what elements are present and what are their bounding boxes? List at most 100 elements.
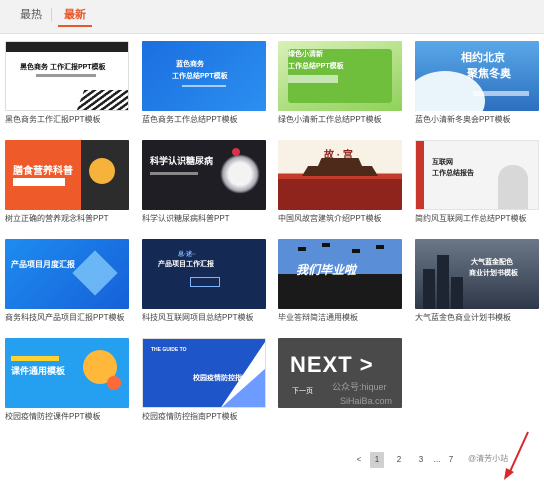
template-thumbnail[interactable]: 总·述·· 产品项目工作汇报: [142, 239, 266, 309]
template-title[interactable]: 树立正确的营养观念科普PPT: [5, 213, 135, 224]
thumb-decor: [376, 245, 384, 249]
thumb-decor: [182, 85, 226, 87]
tab-hottest[interactable]: 最热: [14, 3, 48, 27]
thumb-title: 黑色商务 工作汇报PPT模板: [20, 64, 106, 71]
thumb-decor: [11, 356, 59, 361]
pagination: < 1 2 3 ... 7: [0, 452, 544, 470]
thumb-subtitle: 商业计划书模板: [469, 270, 518, 277]
watermark-text: SiHaiBa.com: [340, 396, 393, 406]
template-thumbnail[interactable]: THE GUIDE TO 校园疫情防控指南: [142, 338, 266, 408]
template-title[interactable]: 绿色小清新工作总结PPT模板: [278, 114, 408, 125]
thumb-decor: [190, 277, 220, 287]
thumb-decor: [416, 141, 424, 209]
template-card[interactable]: THE GUIDE TO 校园疫情防控指南 校园疫情防控指南PPT模板: [142, 338, 266, 421]
template-title[interactable]: 中国风故宫建筑介绍PPT模板: [278, 213, 408, 224]
template-card[interactable]: 我们毕业啦 毕业答辩简洁通用模板: [278, 239, 402, 322]
thumb-decor: [437, 255, 449, 309]
page-button-2[interactable]: 2: [392, 452, 406, 468]
template-card[interactable]: 互联网 工作总结报告 简约风互联网工作总结PPT模板: [415, 140, 539, 223]
template-title[interactable]: 校园疫情防控课件PPT模板: [5, 411, 135, 422]
template-thumbnail[interactable]: 大气蓝金配色 商业计划书模板: [415, 239, 539, 309]
template-thumbnail[interactable]: 黑色商务 工作汇报PPT模板: [5, 41, 129, 111]
template-card[interactable]: 总·述·· 产品项目工作汇报 科技风互联网项目总结PPT模板: [142, 239, 266, 322]
template-title[interactable]: 科学认识糖尿病科普PPT: [142, 213, 272, 224]
thumb-title: 课件通用模板: [11, 366, 66, 376]
template-title[interactable]: 科技风互联网项目总结PPT模板: [142, 312, 272, 323]
thumb-kicker: THE GUIDE TO: [151, 347, 187, 353]
thumb-decor: [318, 158, 362, 166]
thumb-decor: [473, 91, 529, 96]
thumb-decor: [498, 165, 528, 209]
page-button-last[interactable]: 7: [444, 452, 458, 468]
template-card[interactable]: 蓝色商务 工作总结PPT模板 蓝色商务工作总结PPT模板: [142, 41, 266, 124]
thumb-decor: [288, 75, 338, 83]
thumb-title: 大气蓝金配色: [471, 259, 513, 266]
template-card[interactable]: 课件通用模板 校园疫情防控课件PPT模板: [5, 338, 129, 421]
annotation-arrow-icon: [504, 431, 529, 480]
template-thumbnail[interactable]: 故 · 宫: [278, 140, 402, 210]
page-button-3[interactable]: 3: [414, 452, 428, 468]
template-card[interactable]: 膳食营养科普 树立正确的营养观念科普PPT: [5, 140, 129, 223]
thumb-title: 科学认识糖尿病: [150, 156, 214, 166]
template-title[interactable]: 大气蓝金色商业计划书模板: [415, 312, 544, 323]
template-title[interactable]: 毕业答辩简洁通用模板: [278, 312, 408, 323]
tab-bar: 最热 最新: [0, 0, 544, 34]
thumb-subtitle: 工作总结PPT模板: [172, 73, 228, 80]
template-thumbnail[interactable]: 课件通用模板: [5, 338, 129, 408]
template-thumbnail[interactable]: 绿色小清新 工作总结PPT模板: [278, 41, 402, 111]
template-title[interactable]: 商务科技风产品项目汇报PPT模板: [5, 312, 135, 323]
template-card[interactable]: 黑色商务 工作汇报PPT模板 黑色商务工作汇报PPT模板: [5, 41, 129, 124]
thumb-decor: [322, 243, 330, 247]
next-page-label: NEXT >: [290, 352, 374, 377]
template-thumbnail[interactable]: 膳食营养科普: [5, 140, 129, 210]
thumb-decor: [232, 148, 240, 156]
watermark-text: 公众号:hiquer: [332, 382, 387, 392]
thumb-title: 我们毕业啦: [296, 263, 357, 277]
next-page-thumbnail[interactable]: NEXT > 下一页 公众号:hiquer SiHaiBa.com: [278, 338, 402, 408]
template-thumbnail[interactable]: 互联网 工作总结报告: [415, 140, 539, 210]
page-button-1[interactable]: 1: [370, 452, 384, 468]
next-page-card[interactable]: NEXT > 下一页 公众号:hiquer SiHaiBa.com: [278, 338, 402, 408]
template-thumbnail[interactable]: 相约北京 聚焦冬奥: [415, 41, 539, 111]
thumb-decor: [13, 178, 65, 186]
template-thumbnail[interactable]: 我们毕业啦: [278, 239, 402, 309]
template-thumbnail[interactable]: 蓝色商务 工作总结PPT模板: [142, 41, 266, 111]
next-page-sublabel: 下一页: [292, 388, 313, 395]
tab-divider: [51, 8, 52, 22]
thumb-kicker: 总·述··: [178, 252, 196, 258]
thumb-decor: [220, 154, 260, 194]
thumb-title: 产品项目工作汇报: [158, 261, 214, 268]
thumb-title: 产品项目月度汇报: [11, 260, 75, 269]
template-title[interactable]: 蓝色小清新冬奥会PPT模板: [415, 114, 544, 125]
template-card[interactable]: 大气蓝金配色 商业计划书模板 大气蓝金色商业计划书模板: [415, 239, 539, 322]
thumb-decor: [6, 42, 128, 52]
thumb-title: 绿色小清新: [288, 51, 323, 58]
thumb-title: 互联网: [432, 159, 453, 166]
template-title[interactable]: 蓝色商务工作总结PPT模板: [142, 114, 272, 125]
thumb-title: 校园疫情防控指南: [193, 375, 249, 382]
thumb-title: 蓝色商务: [176, 61, 204, 68]
template-thumbnail[interactable]: 产品项目月度汇报: [5, 239, 129, 309]
thumb-decor: [302, 166, 378, 176]
thumb-decor: [298, 247, 306, 251]
template-card[interactable]: 绿色小清新 工作总结PPT模板 绿色小清新工作总结PPT模板: [278, 41, 402, 124]
prev-page-icon[interactable]: <: [352, 452, 366, 468]
tab-newest[interactable]: 最新: [58, 3, 92, 27]
thumb-decor: [71, 90, 128, 110]
template-card[interactable]: 相约北京 聚焦冬奥 蓝色小清新冬奥会PPT模板: [415, 41, 539, 124]
template-card[interactable]: 产品项目月度汇报 商务科技风产品项目汇报PPT模板: [5, 239, 129, 322]
thumb-decor: [89, 158, 115, 184]
thumb-subtitle: 工作总结PPT模板: [288, 63, 344, 70]
template-title[interactable]: 校园疫情防控指南PPT模板: [142, 411, 272, 422]
thumb-decor: [451, 277, 463, 309]
thumb-decor: [107, 376, 121, 390]
template-title[interactable]: 简约风互联网工作总结PPT模板: [415, 213, 544, 224]
thumb-decor: [423, 269, 435, 309]
thumb-title: 膳食营养科普: [13, 166, 73, 177]
template-card[interactable]: 科学认识糖尿病 科学认识糖尿病科普PPT: [142, 140, 266, 223]
thumb-decor: [36, 74, 96, 77]
template-card[interactable]: 故 · 宫 中国风故宫建筑介绍PPT模板: [278, 140, 402, 223]
template-title[interactable]: 黑色商务工作汇报PPT模板: [5, 114, 135, 125]
template-thumbnail[interactable]: 科学认识糖尿病: [142, 140, 266, 210]
thumb-decor: [72, 250, 118, 296]
